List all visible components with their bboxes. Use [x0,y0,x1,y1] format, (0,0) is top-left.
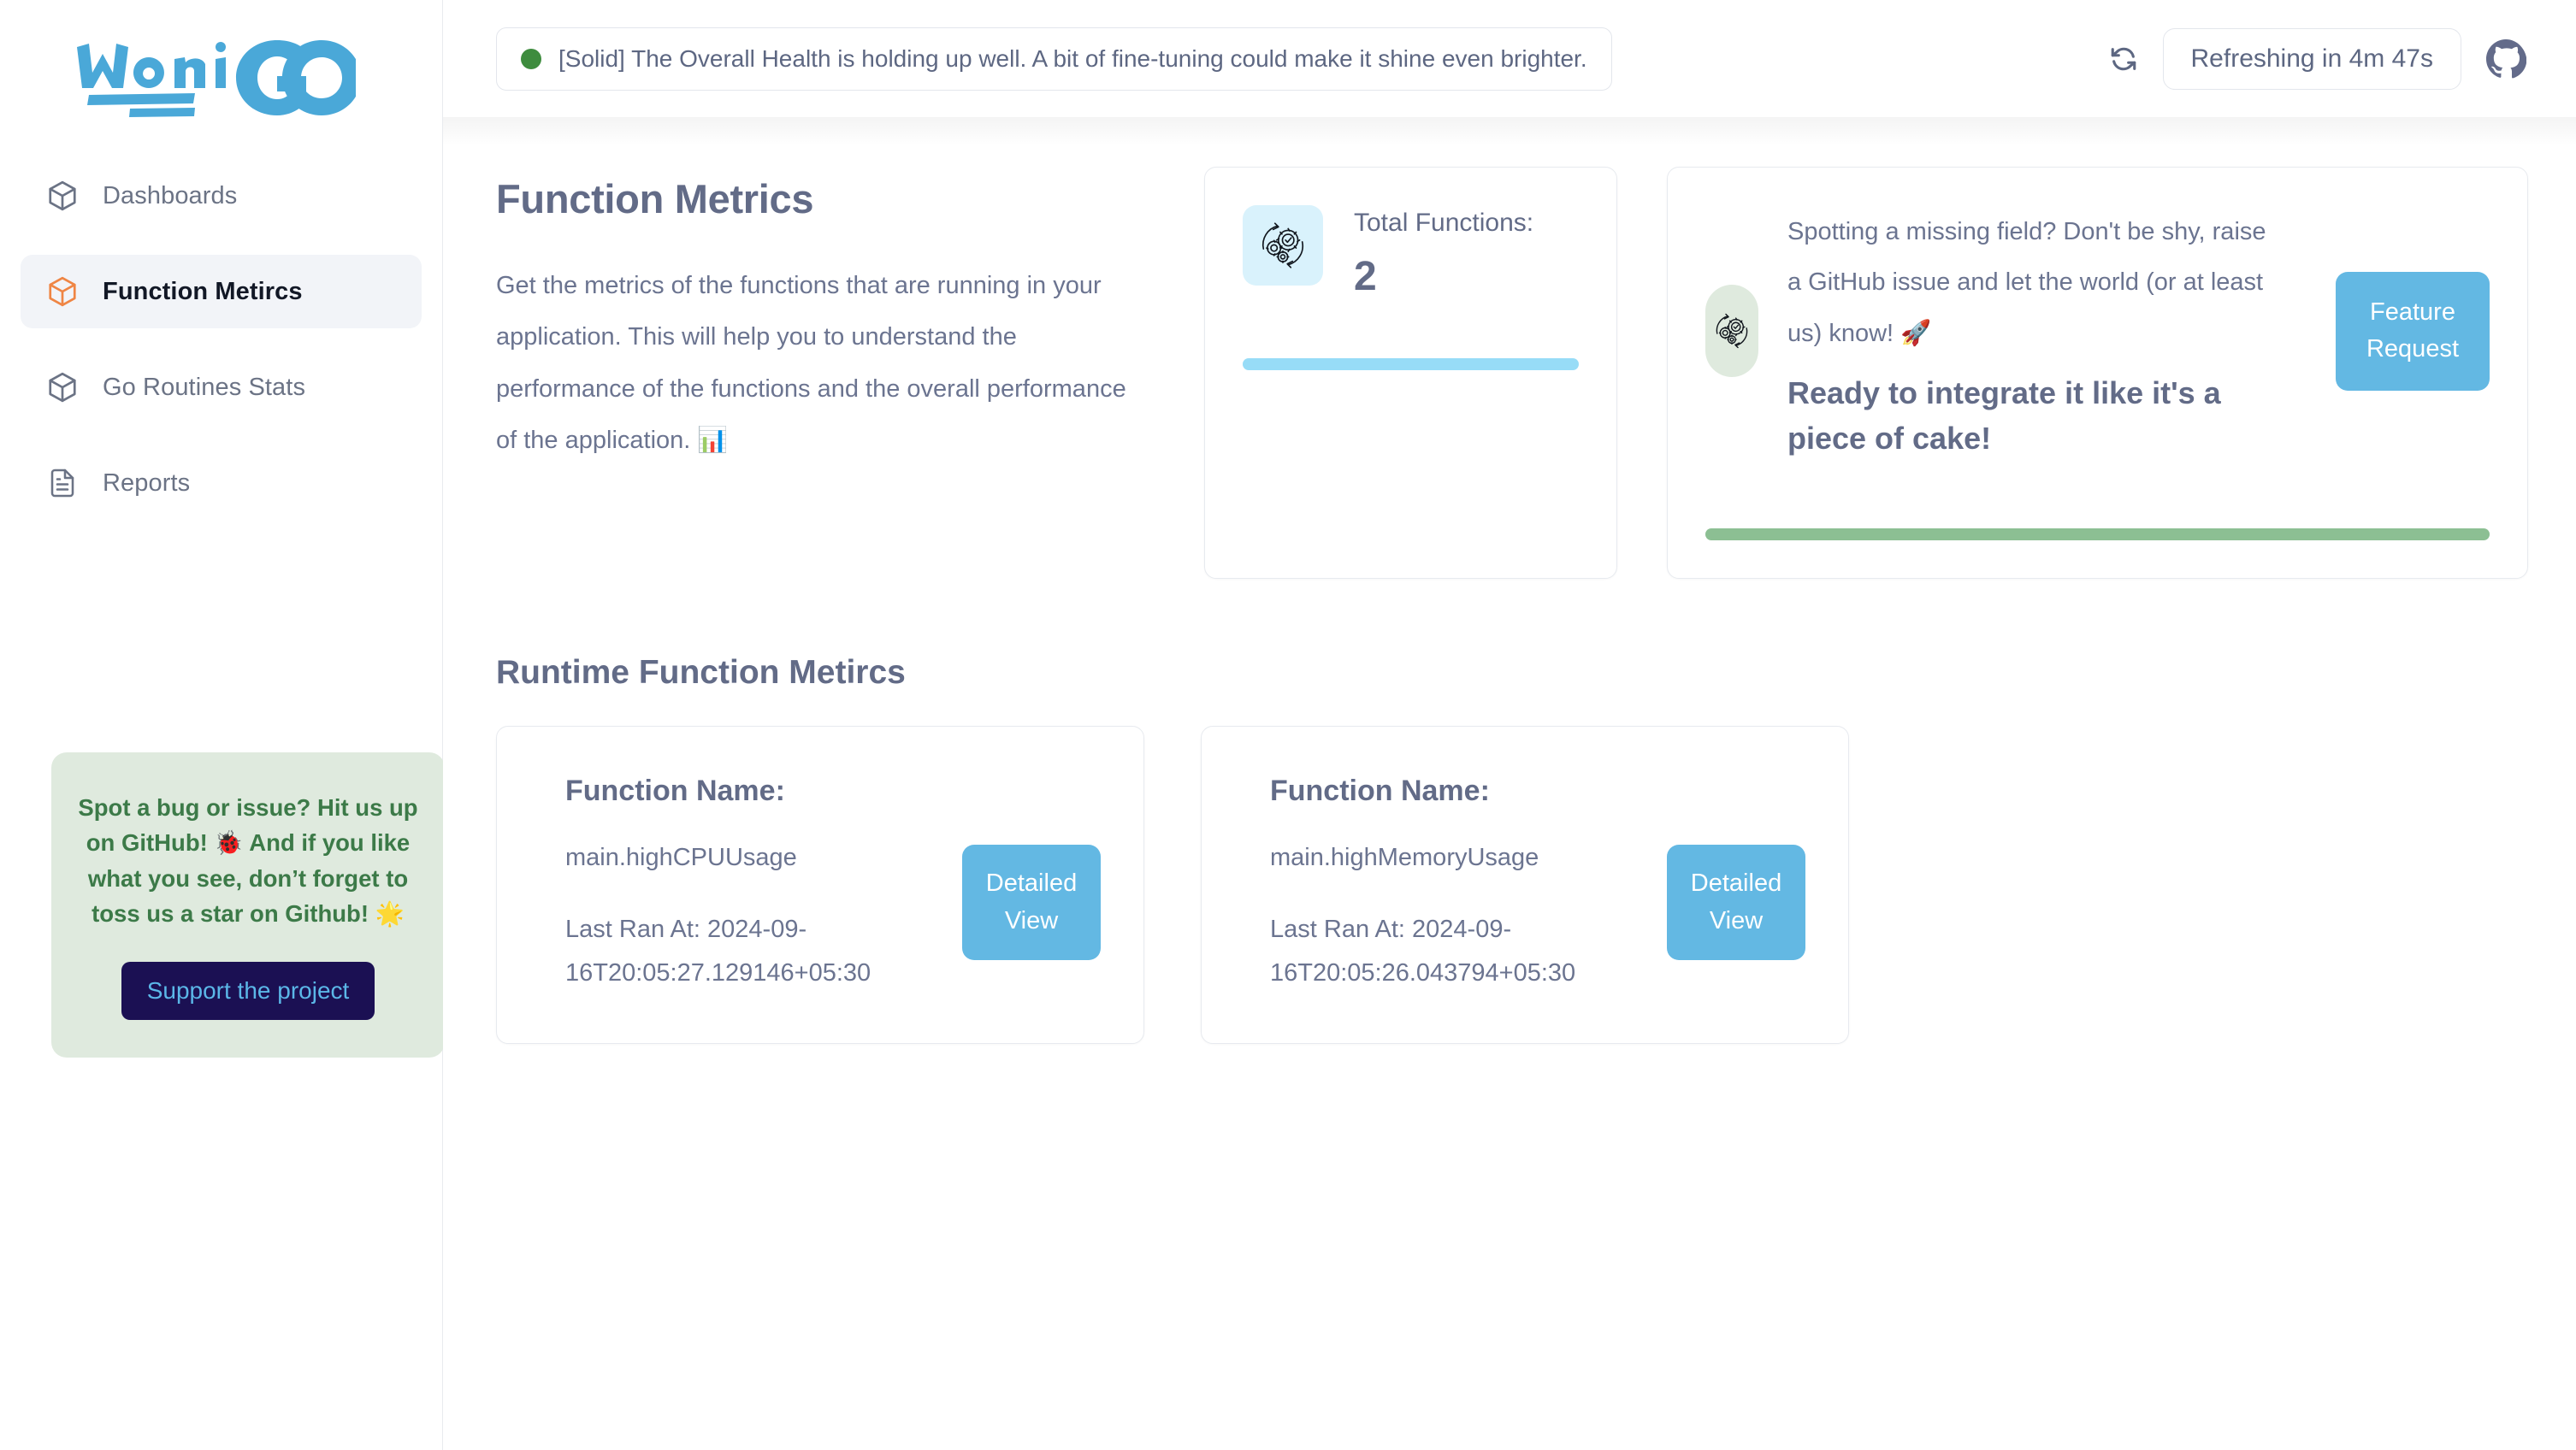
app-root: Dashboards Function Metircs [0,0,2576,1450]
total-functions-progress-bar [1243,358,1579,370]
support-the-project-button[interactable]: Support the project [121,962,375,1020]
total-functions-card: Total Functions: 2 [1204,167,1617,579]
function-name-value: main.highMemoryUsage [1270,844,1641,872]
sidebar-item-label: Reports [103,469,190,498]
status-dot-icon [521,49,541,69]
feature-request-texts: Spotting a missing field? Don't be shy, … [1787,202,2276,461]
status-text: [Solid] The Overall Health is holding up… [558,45,1587,73]
function-card: Function Name: main.highCPUUsage Last Ra… [496,726,1144,1044]
feature-request-description: Spotting a missing field? Don't be shy, … [1787,207,2276,359]
github-icon[interactable] [2484,37,2528,81]
sidebar-item-function-metrics[interactable]: Function Metircs [21,255,422,328]
sidebar-nav: Dashboards Function Metircs [0,159,442,542]
sidebar-item-label: Go Routines Stats [103,374,305,402]
logo-wrapper[interactable] [0,0,442,159]
refresh-icon[interactable] [2106,42,2141,76]
detailed-view-button[interactable]: Detailed View [1667,845,1805,960]
cube-icon [44,369,80,405]
top-bar: [Solid] The Overall Health is holding up… [443,0,2576,117]
total-functions-value: 2 [1354,253,1533,300]
sidebar-item-label: Dashboards [103,182,237,210]
support-box: Spot a bug or issue? Hit us up on GitHub… [51,752,445,1058]
monigo-logo[interactable] [74,37,356,119]
feature-request-body: Spotting a missing field? Don't be shy, … [1705,202,2490,461]
support-message: Spot a bug or issue? Hit us up on GitHub… [77,790,419,931]
gears-check-icon [1705,285,1758,377]
page-title: Function Metrics [496,175,1146,222]
function-name-value: main.highCPUUsage [565,844,936,872]
cube-icon [44,178,80,214]
page-intro: Function Metrics Get the metrics of the … [496,167,1146,466]
document-icon [44,465,80,501]
top-bar-actions: Refreshing in 4m 47s [2106,28,2528,90]
function-card-info: Function Name: main.highMemoryUsage Last… [1270,775,1641,995]
cube-icon [44,274,80,309]
main-region: [Solid] The Overall Health is holding up… [443,0,2576,1450]
sidebar-item-go-routines-stats[interactable]: Go Routines Stats [21,351,422,424]
sidebar-item-label: Function Metircs [103,278,303,306]
total-functions-header: Total Functions: 2 [1243,205,1579,300]
feature-request-button[interactable]: Feature Request [2336,272,2490,391]
top-cards-row: Function Metrics Get the metrics of the … [496,167,2528,579]
refresh-countdown-chip[interactable]: Refreshing in 4m 47s [2163,28,2461,90]
sidebar-item-reports[interactable]: Reports [21,446,422,520]
health-status-banner: [Solid] The Overall Health is holding up… [496,27,1612,91]
gears-check-icon [1243,205,1323,286]
function-last-ran: Last Ran At: 2024-09-16T20:05:27.129146+… [565,908,907,995]
function-card-info: Function Name: main.highCPUUsage Last Ra… [565,775,936,995]
detailed-view-button[interactable]: Detailed View [962,845,1101,960]
sidebar-item-dashboards[interactable]: Dashboards [21,159,422,233]
feature-request-progress-bar [1705,528,2490,540]
function-card: Function Name: main.highMemoryUsage Last… [1201,726,1849,1044]
total-functions-label: Total Functions: [1354,209,1533,238]
feature-request-card: Spotting a missing field? Don't be shy, … [1667,167,2528,579]
runtime-function-cards: Function Name: main.highCPUUsage Last Ra… [496,726,2528,1044]
page-description: Get the metrics of the functions that ar… [496,260,1146,466]
runtime-section-title: Runtime Function Metircs [496,654,2528,692]
total-functions-meta: Total Functions: 2 [1354,205,1533,300]
function-name-label: Function Name: [565,775,936,808]
sidebar: Dashboards Function Metircs [0,0,443,1450]
function-name-label: Function Name: [1270,775,1641,808]
function-last-ran: Last Ran At: 2024-09-16T20:05:26.043794+… [1270,908,1612,995]
page-content: Function Metrics Get the metrics of the … [443,117,2576,1450]
feature-request-headline: Ready to integrate it like it's a piece … [1787,371,2276,460]
